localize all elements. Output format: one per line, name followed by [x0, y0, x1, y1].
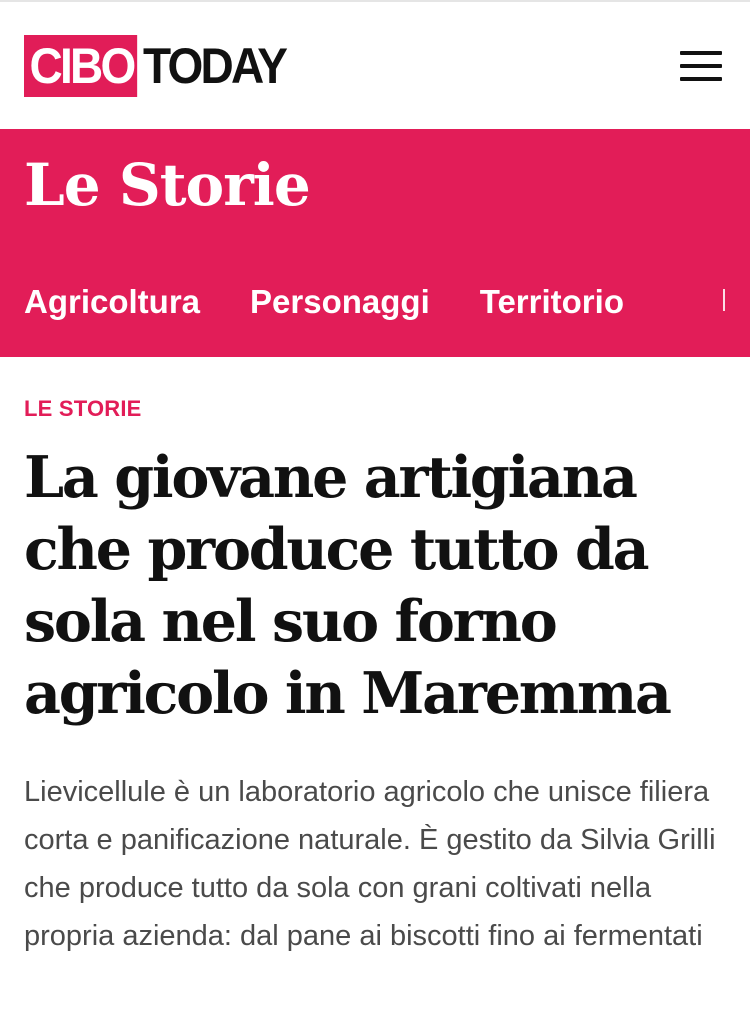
- article-summary: Lievicellule è un laboratorio agricolo c…: [24, 776, 716, 952]
- subnav-item-territorio[interactable]: Territorio: [480, 279, 624, 325]
- article-category-link[interactable]: LE STORIE: [24, 396, 142, 422]
- menu-bar-line: [680, 51, 722, 55]
- logo-today-text: TODAY: [143, 38, 288, 94]
- site-header: CIBO TODAY: [0, 2, 750, 129]
- section-subnav: Agricoltura Personaggi Territorio: [24, 279, 674, 325]
- subnav-item-agricoltura[interactable]: Agricoltura: [24, 279, 200, 325]
- logo-cibo-text: CIBO: [24, 35, 138, 97]
- menu-bar-line: [680, 64, 722, 68]
- menu-bar-line: [680, 77, 722, 81]
- subnav-overflow-item[interactable]: [723, 289, 725, 311]
- subnav-item-personaggi[interactable]: Personaggi: [250, 279, 430, 325]
- section-title: Le Storie: [24, 151, 311, 219]
- section-banner: Le Storie Agricoltura Personaggi Territo…: [0, 129, 750, 357]
- hamburger-menu-icon[interactable]: [680, 51, 722, 81]
- article-headline: La giovane artigiana che produce tutto d…: [24, 444, 672, 727]
- site-logo[interactable]: CIBO TODAY: [24, 35, 298, 97]
